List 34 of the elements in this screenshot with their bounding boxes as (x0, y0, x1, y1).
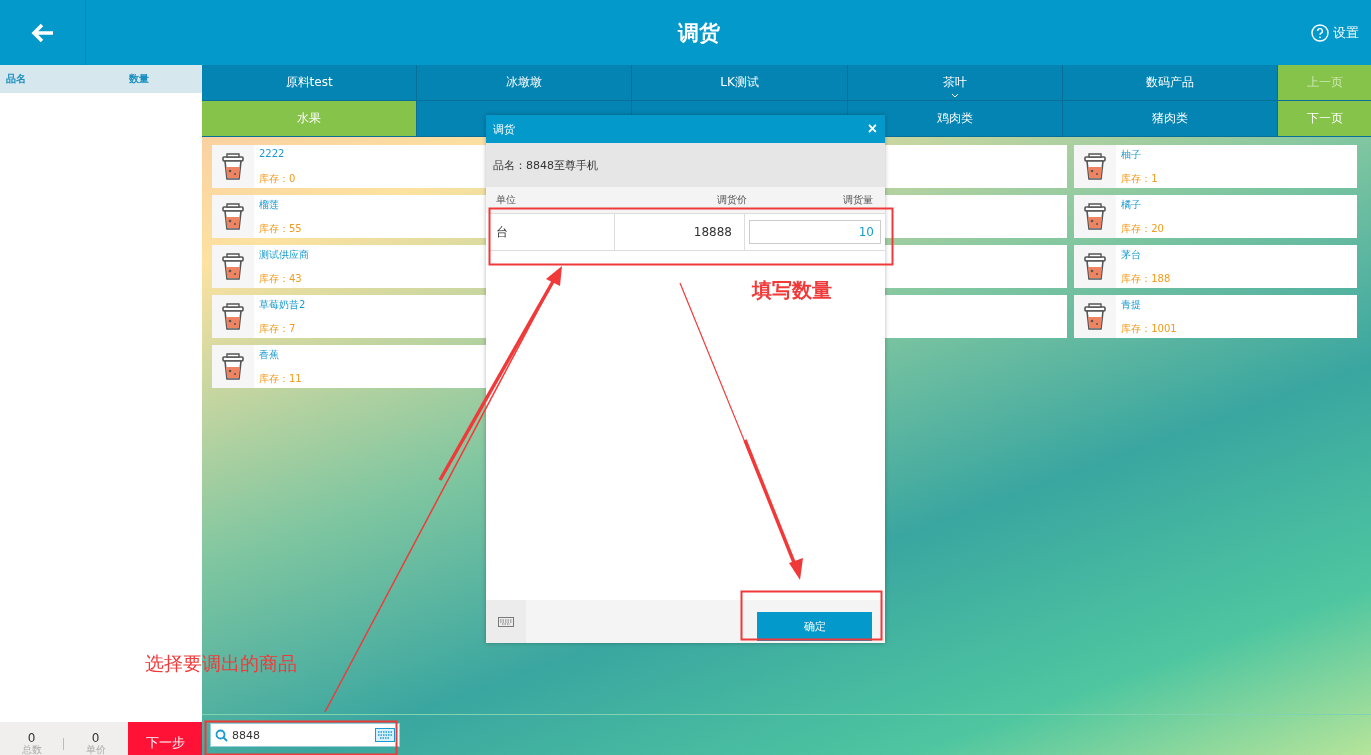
column-header: 调货价 (716, 193, 748, 207)
product-name: 柚子 (1121, 148, 1143, 162)
table-cell: 18888 (615, 214, 745, 250)
total-value: 0 (91, 733, 100, 744)
page-title: 调货 (676, 19, 721, 47)
column-header: 数量 (129, 72, 149, 86)
product-stock: 库存：1 (1121, 172, 1158, 186)
annotation-text: 填写数量 (752, 277, 832, 304)
product-name: 草莓奶昔2 (259, 298, 306, 312)
product-stock: 库存：43 (259, 272, 303, 286)
column-header: 品名 (5, 72, 27, 86)
product-stock: 库存：0 (259, 172, 296, 186)
product-name: 测试供应商 (259, 248, 309, 262)
product-stock: 库存：7 (259, 322, 297, 336)
product-stock: 库存：20 (1121, 222, 1164, 236)
product-name: 2222 (259, 148, 286, 159)
dialog-title: 调货 (493, 121, 515, 137)
product-info: 品名：8848至尊手机 (486, 143, 885, 187)
product-name: 香蕉 (259, 348, 280, 362)
total-label: 总数 (21, 744, 42, 755)
column-header: 调货量 (842, 193, 873, 207)
product-stock: 库存：1001 (1121, 322, 1177, 336)
product-name: 榴莲 (259, 198, 280, 212)
search-text: 8848 (232, 728, 261, 742)
product-name: 茅台 (1121, 248, 1143, 262)
annotation-text: 选择要调出的商品 (145, 651, 297, 676)
total-value: 0 (27, 733, 36, 744)
product-name: 橘子 (1121, 198, 1143, 212)
product-stock: 库存：11 (259, 372, 302, 386)
product-stock: 库存：55 (259, 222, 302, 236)
table-cell: 台 (490, 214, 616, 250)
column-header: 单位 (496, 193, 517, 207)
product-stock: 库存：188 (1121, 272, 1171, 286)
product-name: 青提 (1121, 298, 1143, 312)
